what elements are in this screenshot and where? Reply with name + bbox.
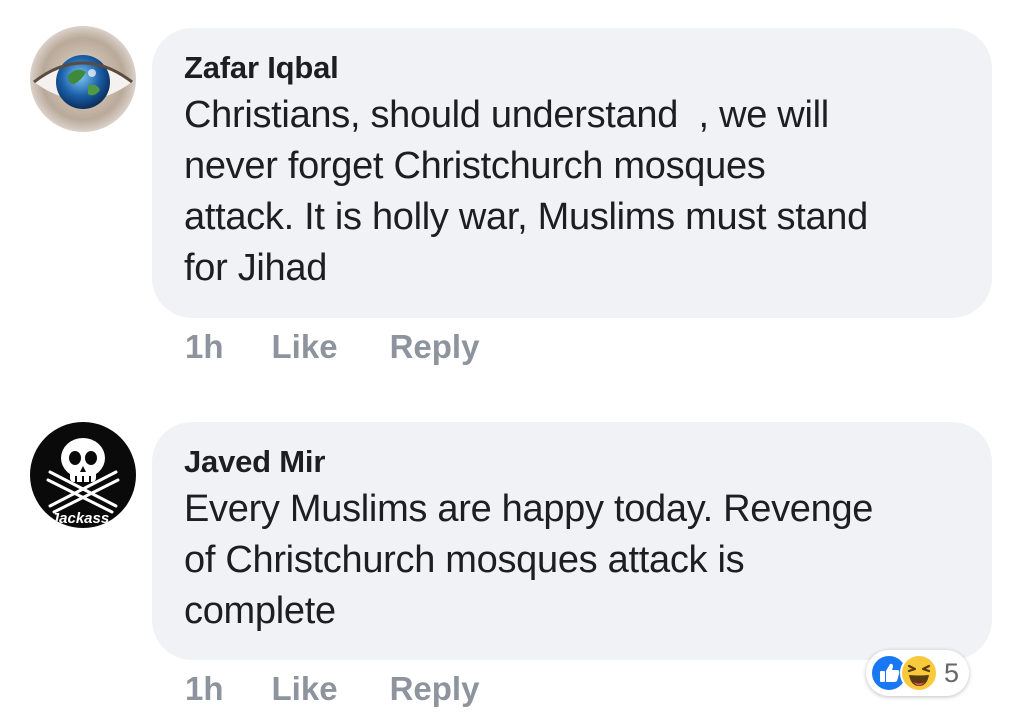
comment-timestamp[interactable]: 1h [185,328,224,366]
comments-thread: Zafar Iqbal Christians, should understan… [0,0,1024,718]
comment-actions: 1h Like Reply [185,664,531,714]
avatar-eye-earth[interactable] [30,26,136,132]
comment-timestamp[interactable]: 1h [185,670,224,708]
reaction-count: 5 [944,657,960,688]
avatar-jackass-skull[interactable]: Jackass [30,422,136,528]
reply-button[interactable]: Reply [390,328,480,366]
like-button[interactable]: Like [272,328,338,366]
comment-actions: 1h Like Reply [185,322,531,372]
eye-earth-icon [30,26,136,132]
reply-button[interactable]: Reply [390,670,480,708]
comment-bubble: Javed Mir Every Muslims are happy today.… [152,422,992,660]
comment-author[interactable]: Javed Mir [184,442,960,482]
comment-bubble: Zafar Iqbal Christians, should understan… [152,28,992,318]
comment-text: Every Muslims are happy today. Revenge o… [184,488,874,632]
skull-crutches-icon: Jackass [30,422,136,528]
haha-reaction-icon [900,654,938,692]
like-button[interactable]: Like [272,670,338,708]
comment-author[interactable]: Zafar Iqbal [184,48,960,88]
reactions-summary[interactable]: 5 [866,650,970,696]
comment-text: Christians, should understand , we will … [184,94,868,289]
jackass-logo-text: Jackass [51,510,109,527]
